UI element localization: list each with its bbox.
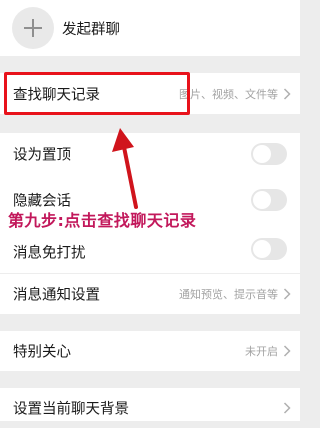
- notification-settings-row[interactable]: 消息通知设置 通知预览、提示音等: [0, 274, 300, 314]
- notification-settings-label: 消息通知设置: [13, 287, 100, 304]
- notification-settings-hint: 通知预览、提示音等: [179, 288, 278, 301]
- hide-chat-toggle[interactable]: [251, 189, 287, 211]
- mute-row: 消息免打扰: [0, 225, 300, 267]
- mute-toggle[interactable]: [251, 238, 287, 260]
- chat-background-row[interactable]: 设置当前聊天背景: [0, 388, 300, 428]
- pin-chat-label: 设为置顶: [13, 147, 71, 163]
- create-group-label[interactable]: 发起群聊: [62, 18, 120, 39]
- chevron-right-icon: [283, 87, 291, 100]
- pin-chat-row: 设为置顶: [0, 133, 300, 174]
- search-chat-history-hint: 图片、视频、文件等: [179, 87, 278, 101]
- highlight-box: [4, 72, 190, 115]
- arrow-up-icon: [112, 128, 138, 209]
- special-care-row[interactable]: 特别关心 未开启: [0, 331, 300, 371]
- toggles-section: 设为置顶 隐藏会话 消息免打扰: [0, 133, 300, 273]
- special-care-label: 特别关心: [13, 344, 71, 361]
- create-group-section: 发起群聊: [0, 0, 300, 56]
- chat-background-label: 设置当前聊天背景: [13, 401, 129, 418]
- pin-chat-toggle[interactable]: [251, 142, 287, 165]
- special-care-section: 特别关心 未开启: [0, 331, 300, 371]
- mute-label: 消息免打扰: [13, 245, 86, 262]
- chevron-right-icon: [283, 288, 291, 300]
- add-icon[interactable]: [12, 7, 54, 49]
- chevron-right-icon: [283, 345, 291, 357]
- tutorial-annotation: 第九步:点击查找聊天记录: [8, 211, 197, 230]
- background-section: 设置当前聊天背景: [0, 388, 300, 421]
- chevron-right-icon: [283, 402, 291, 414]
- notification-section: 消息通知设置 通知预览、提示音等: [0, 274, 300, 314]
- special-care-status: 未开启: [245, 345, 278, 358]
